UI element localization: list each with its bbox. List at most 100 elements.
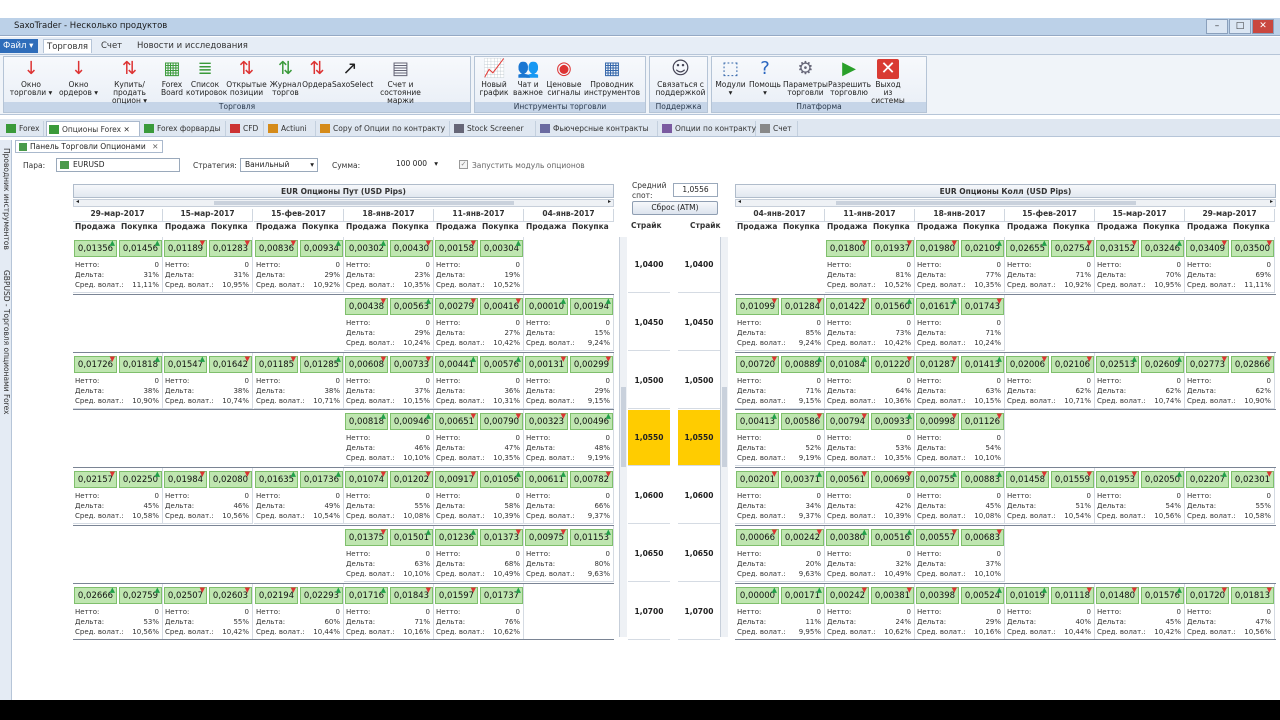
sell-price-button[interactable]: 0,00561 ▼: [826, 471, 869, 488]
buy-price-button[interactable]: 0,01202 ▼: [390, 471, 433, 488]
menu-news[interactable]: Новости и исследования: [134, 39, 251, 53]
scroll-right-icon[interactable]: ▸: [608, 198, 611, 205]
ribbon-button[interactable]: ↓ Окно ордеров ▾: [56, 59, 101, 101]
workspace-tab[interactable]: Счет: [758, 121, 798, 136]
workspace-tab[interactable]: Copy of Опции по контракту: [318, 121, 450, 136]
buy-price-button[interactable]: 0,00299 ▼: [570, 356, 613, 373]
sell-price-button[interactable]: 0,02513 ▲: [1096, 356, 1139, 373]
workspace-tab[interactable]: Forex: [4, 121, 44, 136]
buy-price-button[interactable]: 0,02759 ▲: [119, 587, 162, 604]
sell-price-button[interactable]: 0,01984 ▼: [164, 471, 207, 488]
buy-price-button[interactable]: 0,00782 ▼: [570, 471, 613, 488]
sell-price-button[interactable]: 0,01356 ▲: [74, 240, 117, 257]
close-button[interactable]: ✕: [1252, 19, 1274, 34]
sell-price-button[interactable]: 0,00755 ▲: [916, 471, 959, 488]
sell-price-button[interactable]: 0,01236 ▲: [435, 529, 478, 546]
sell-price-button[interactable]: 0,00066 ▼: [736, 529, 779, 546]
close-icon[interactable]: ✕: [121, 125, 129, 134]
sell-price-button[interactable]: 0,00010 ▲: [525, 298, 568, 315]
ribbon-button[interactable]: ⬚ Модули ▾: [714, 59, 747, 101]
buy-price-button[interactable]: 0,00171 ▲: [781, 587, 824, 604]
sell-price-button[interactable]: 0,00720 ▼: [736, 356, 779, 373]
buy-price-button[interactable]: 0,01283 ▼: [209, 240, 252, 257]
minimize-button[interactable]: –: [1206, 19, 1228, 34]
sell-price-button[interactable]: 0,03152 ▼: [1096, 240, 1139, 257]
buy-price-button[interactable]: 0,00416 ▼: [480, 298, 523, 315]
reset-atm-button[interactable]: Сброс (ATM): [632, 201, 718, 215]
buy-price-button[interactable]: 0,02250 ▲: [119, 471, 162, 488]
sell-price-button[interactable]: 0,00836 ▼: [255, 240, 298, 257]
pair-input[interactable]: EURUSD: [56, 158, 180, 172]
buy-price-button[interactable]: 0,02109 ▲: [961, 240, 1004, 257]
buy-price-button[interactable]: 0,01937 ▼: [871, 240, 914, 257]
sell-price-button[interactable]: 0,01099 ▼: [736, 298, 779, 315]
workspace-tab[interactable]: CFD: [228, 121, 264, 136]
ribbon-button[interactable]: ▦ Проводник инструментов: [583, 59, 641, 101]
buy-price-button[interactable]: 0,00524 ▲: [961, 587, 1004, 604]
buy-price-button[interactable]: 0,03246 ▲: [1141, 240, 1184, 257]
ribbon-button[interactable]: ◉ Ценовые сигналы: [545, 59, 583, 101]
workspace-tab[interactable]: Опции по контракту: [660, 121, 756, 136]
buy-price-button[interactable]: 0,01736 ▲: [300, 471, 343, 488]
sell-price-button[interactable]: 0,00413 ▲: [736, 413, 779, 430]
sell-price-button[interactable]: 0,01185 ▼: [255, 356, 298, 373]
buy-price-button[interactable]: 0,02301 ▼: [1231, 471, 1274, 488]
ribbon-button[interactable]: ⇅ Купить/продать опцион ▾: [101, 59, 158, 105]
buy-price-button[interactable]: 0,02050 ▲: [1141, 471, 1184, 488]
sell-price-button[interactable]: 0,00557 ▼: [916, 529, 959, 546]
ribbon-button[interactable]: ⚙ Параметры торговли: [783, 59, 828, 101]
buy-price-button[interactable]: 0,01285 ▲: [300, 356, 343, 373]
ribbon-button[interactable]: ≣ Список котировок: [186, 59, 227, 101]
scroll-left-icon[interactable]: ◂: [738, 198, 741, 205]
menu-file[interactable]: Файл ▾: [0, 39, 38, 53]
ribbon-button[interactable]: ▦ Forex Board: [158, 59, 186, 101]
buy-price-button[interactable]: 0,00790 ▼: [480, 413, 523, 430]
sell-price-button[interactable]: 0,00380 ▲: [826, 529, 869, 546]
buy-price-button[interactable]: 0,03500 ▼: [1231, 240, 1274, 257]
buy-price-button[interactable]: 0,01818 ▲: [119, 356, 162, 373]
menu-account[interactable]: Счет: [98, 39, 125, 53]
buy-price-button[interactable]: 0,01559 ▼: [1051, 471, 1094, 488]
ribbon-button[interactable]: ☺ Связаться с поддержкой: [652, 59, 709, 101]
buy-price-button[interactable]: 0,00430 ▼: [390, 240, 433, 257]
sell-price-button[interactable]: 0,01084 ▲: [826, 356, 869, 373]
buy-price-button[interactable]: 0,00883 ▲: [961, 471, 1004, 488]
buy-price-button[interactable]: 0,01118 ▼: [1051, 587, 1094, 604]
buy-price-button[interactable]: 0,02080 ▼: [209, 471, 252, 488]
buy-price-button[interactable]: 0,01456 ▲: [119, 240, 162, 257]
buy-price-button[interactable]: 0,02754 ▼: [1051, 240, 1094, 257]
buy-price-button[interactable]: 0,02293 ▲: [300, 587, 343, 604]
sell-price-button[interactable]: 0,02006 ▼: [1006, 356, 1049, 373]
buy-price-button[interactable]: 0,00371 ▲: [781, 471, 824, 488]
buy-price-button[interactable]: 0,01413 ▲: [961, 356, 1004, 373]
sell-price-button[interactable]: 0,00323 ▼: [525, 413, 568, 430]
sell-price-button[interactable]: 0,01980 ▼: [916, 240, 959, 257]
amount-input[interactable]: 100 000 ▾: [369, 158, 439, 172]
maximize-button[interactable]: □: [1229, 19, 1251, 34]
ribbon-button[interactable]: ? Помощь ▾: [747, 59, 783, 101]
buy-price-button[interactable]: 0,01220 ▼: [871, 356, 914, 373]
workspace-tab[interactable]: Actiuni: [266, 121, 316, 136]
sell-price-button[interactable]: 0,02666 ▲: [74, 587, 117, 604]
sell-price-button[interactable]: 0,00975 ▼: [525, 529, 568, 546]
sell-price-button[interactable]: 0,01375 ▼: [345, 529, 388, 546]
ribbon-button[interactable]: ✕ Выход из системы: [870, 59, 906, 105]
sell-price-button[interactable]: 0,02207 ▲: [1186, 471, 1229, 488]
puts-hscroll[interactable]: ◂ ▸: [73, 198, 614, 207]
sell-price-button[interactable]: 0,03409 ▼: [1186, 240, 1229, 257]
sell-price-button[interactable]: 0,01287 ▼: [916, 356, 959, 373]
sell-price-button[interactable]: 0,00611 ▲: [525, 471, 568, 488]
sell-price-button[interactable]: 0,00438 ▼: [345, 298, 388, 315]
scroll-right-icon[interactable]: ▸: [1270, 198, 1273, 205]
sell-price-button[interactable]: 0,02507 ▼: [164, 587, 207, 604]
tab-options-panel[interactable]: Панель Торговли Опционами ✕: [15, 140, 164, 153]
sell-price-button[interactable]: 0,01074 ▼: [345, 471, 388, 488]
buy-price-button[interactable]: 0,01501 ▲: [390, 529, 433, 546]
buy-price-button[interactable]: 0,00381 ▼: [871, 587, 914, 604]
sell-price-button[interactable]: 0,01800 ▼: [826, 240, 869, 257]
ribbon-button[interactable]: 👥 Чат и важное: [511, 59, 545, 101]
buy-price-button[interactable]: 0,00576 ▲: [480, 356, 523, 373]
workspace-tab[interactable]: Forex форварды: [142, 121, 226, 136]
strike-vscroll-left[interactable]: [619, 237, 627, 637]
buy-price-button[interactable]: 0,02609 ▲: [1141, 356, 1184, 373]
